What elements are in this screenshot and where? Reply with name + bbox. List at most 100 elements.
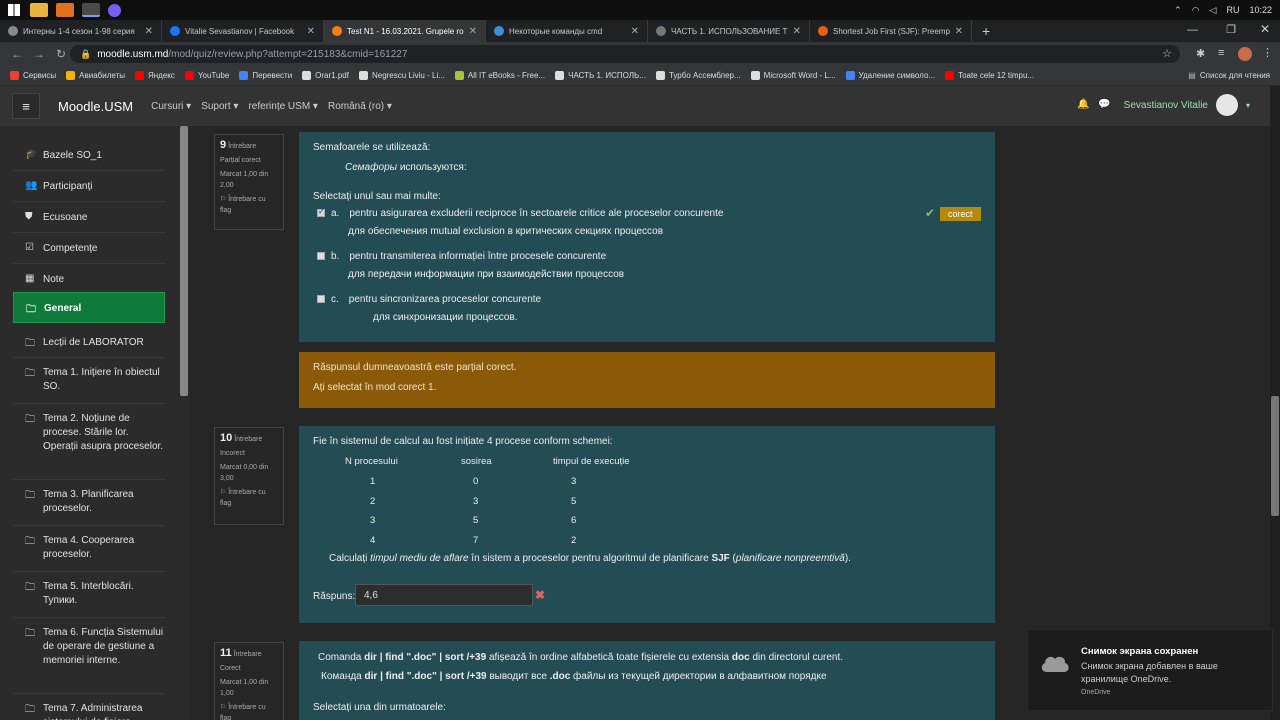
url-host: moodle.usm.md [97, 48, 169, 60]
browser-tab[interactable]: Vitalie Sevastianov | Facebook ✕ [162, 20, 324, 42]
sidebar-item[interactable]: 🗀 Tema 7. Administrarea sistemului de fiș… [13, 694, 165, 720]
volume-icon[interactable]: ◁ [1210, 5, 1217, 16]
tab-close-icon[interactable]: ✕ [145, 26, 153, 37]
option-c[interactable]: c. pentru sincronizarea proceselor concur… [317, 294, 541, 323]
sidebar-item-label: Tema 4. Cooperarea proceselor. [43, 535, 135, 560]
tab-close-icon[interactable]: ✕ [469, 26, 477, 37]
chevron-up-icon[interactable]: ⌃ [1174, 5, 1182, 16]
browser-tab[interactable]: Некоторые команды cmd ✕ [486, 20, 648, 42]
address-bar[interactable]: 🔒 moodle.usm.md/mod/quiz/review.php?atte… [70, 45, 1180, 63]
browser-tab[interactable]: Интерны 1-4 сезон 1-98 серия ✕ [0, 20, 162, 42]
lock-icon: 🔒 [80, 48, 92, 59]
bookmark-item[interactable]: Microsoft Word - L... [750, 71, 836, 80]
language-indicator[interactable]: RU [1226, 5, 1239, 15]
bookmark-reading-list[interactable]: ▤ Список для чтения [1188, 71, 1270, 80]
restore-icon[interactable]: ❐ [1226, 23, 1236, 36]
sidebar-item[interactable]: 🗀 Tema 6. Funcția Sistemului de operare d… [13, 618, 165, 694]
table-cell: 2 [571, 534, 577, 546]
user-menu[interactable]: Sevastianov Vitalie ▾ [1124, 94, 1250, 116]
tab-label: ЧАСТЬ 1. ИСПОЛЬЗОВАНИЕ ТУ [671, 26, 788, 36]
sidebar-item[interactable]: 🗀 Tema 1. Inițiere în obiectul SO. [13, 358, 165, 404]
sidebar-scrollbar-thumb[interactable] [180, 126, 188, 396]
answer-input[interactable] [355, 584, 533, 606]
close-window-icon[interactable]: ✕ [1260, 22, 1270, 36]
page-scrollbar-thumb[interactable] [1271, 396, 1279, 516]
tab-close-icon[interactable]: ✕ [307, 26, 315, 37]
bookmarks-bar: Сервисы Авиабилеты Яндекс YouTube Перевести O… [0, 66, 1280, 86]
tab-close-icon[interactable]: ✕ [631, 26, 639, 37]
option-b[interactable]: b. pentru transmiterea informației între … [317, 251, 624, 280]
tab-close-icon[interactable]: ✕ [793, 26, 801, 37]
bookmark-item[interactable]: ЧАСТЬ 1. ИСПОЛЬ... [555, 71, 646, 80]
clock[interactable]: 10:22 [1249, 5, 1272, 15]
bookmark-item[interactable]: YouTube [184, 71, 229, 80]
checkbox-b[interactable] [317, 252, 325, 260]
sidebar-item[interactable]: 🗀 Lecții de LABORATOR [13, 327, 165, 358]
reload-icon[interactable]: ↻ [50, 47, 72, 61]
browser-tab[interactable]: Test N1 - 16.03.2021. Grupele ro ✕ [324, 20, 486, 42]
bookmark-item[interactable]: All IT eBooks - Free... [454, 71, 546, 80]
bookmark-label: Авиабилеты [79, 71, 125, 80]
question-state: Incorect [220, 450, 245, 457]
bookmark-item[interactable]: Сервисы [10, 71, 56, 80]
bookmark-item[interactable]: Negrescu Liviu - Li... [358, 71, 445, 80]
wifi-icon[interactable]: ◠ [1192, 5, 1200, 16]
extensions-icon[interactable]: ✱ [1196, 47, 1205, 60]
sidebar-item[interactable]: ⛊ Ecusoane [13, 202, 165, 233]
tab-close-icon[interactable]: ✕ [955, 26, 963, 37]
bookmark-item[interactable]: Toate cele 12 timpu... [945, 71, 1034, 80]
sidebar-item[interactable]: ▦ Note [13, 264, 165, 295]
menu-referinte[interactable]: referințe USM ▾ [248, 101, 318, 112]
menu-language[interactable]: Română (ro) ▾ [328, 101, 392, 112]
browser-tab[interactable]: ЧАСТЬ 1. ИСПОЛЬЗОВАНИЕ ТУ ✕ [648, 20, 810, 42]
forward-icon[interactable]: → [28, 47, 50, 61]
sidebar-item[interactable]: 🗀 Tema 3. Planificarea proceselor. [13, 480, 165, 526]
reading-list-icon[interactable]: ≡ [1218, 47, 1224, 59]
bookmark-favicon-icon [845, 71, 855, 80]
onedrive-notification[interactable]: Снимок экрана сохранен Снимок экрана доб… [1027, 629, 1273, 711]
browser-tab[interactable]: Shortest Job First (SJF): Preempti ✕ [810, 20, 972, 42]
bookmark-item[interactable]: Авиабилеты [66, 71, 125, 80]
sublime-icon[interactable] [56, 3, 74, 17]
profile-avatar[interactable] [1238, 47, 1252, 61]
question-line-ro: Comanda dir | find ".doc" | sort /+39 af… [318, 652, 844, 663]
tab-label: Vitalie Sevastianov | Facebook [185, 26, 295, 36]
sidebar-item[interactable]: 🗀 Tema 5. Interblocări. Тупики. [13, 572, 165, 618]
site-brand[interactable]: Moodle.USM [58, 99, 133, 114]
notifications-bell-icon[interactable]: 🔔 [1077, 99, 1089, 110]
bookmark-item[interactable]: Перевести [239, 71, 292, 80]
bookmark-item[interactable]: Orar1.pdf [302, 71, 349, 80]
file-explorer-icon[interactable] [30, 3, 48, 17]
back-icon[interactable]: ← [6, 47, 28, 61]
bookmark-label: All IT eBooks - Free... [467, 71, 546, 80]
sidebar-item[interactable]: 🗀 General [13, 292, 165, 323]
sidebar-item[interactable]: ☑ Competențe [13, 233, 165, 264]
course-sidebar: 🎓 Bazele SO_1 👥 Participanți ⛊ Ecusoane ☑ Compe… [0, 126, 190, 720]
sidebar-item[interactable]: 🎓 Bazele SO_1 [13, 140, 165, 171]
star-icon[interactable]: ☆ [1162, 47, 1172, 60]
hamburger-menu-button[interactable]: ≡ [12, 93, 40, 119]
sidebar-item[interactable]: 👥 Participanți [13, 171, 165, 202]
bookmark-item[interactable]: Яндекс [134, 71, 175, 80]
sidebar-item[interactable]: 🗀 Tema 2. Noțiune de procese. Stările lor… [13, 404, 165, 480]
viber-icon[interactable] [108, 3, 121, 17]
flag-question-link[interactable]: ⚐ Întrebare cu flag [220, 702, 278, 720]
new-tab-button[interactable]: + [972, 20, 1000, 42]
flag-question-link[interactable]: ⚐ Întrebare cu flag [220, 487, 278, 509]
checkbox-a[interactable]: ✓ [317, 207, 325, 217]
minimize-icon[interactable]: — [1187, 24, 1198, 36]
bookmark-favicon-icon [184, 71, 194, 80]
menu-suport[interactable]: Suport ▾ [201, 101, 238, 112]
sidebar-item[interactable]: 🗀 Tema 4. Cooperarea proceselor. [13, 526, 165, 572]
chrome-icon[interactable] [82, 3, 100, 17]
bookmark-item[interactable]: Турбо Ассемблер... [655, 71, 741, 80]
option-a[interactable]: ✓ a. pentru asigurarea excluderii reciproc… [317, 207, 723, 237]
checkbox-c[interactable] [317, 295, 325, 303]
bookmark-item[interactable]: Удаление символо... [845, 71, 935, 80]
flag-question-link[interactable]: ⚐ Întrebare cu flag [220, 194, 278, 216]
menu-dots-icon[interactable]: ⋮ [1262, 46, 1273, 59]
messages-icon[interactable]: 💬 [1098, 99, 1110, 110]
menu-cursuri[interactable]: Cursuri ▾ [151, 101, 191, 112]
table-header-burst: timpul de execuție [553, 456, 630, 467]
windows-start-icon[interactable] [8, 4, 20, 16]
